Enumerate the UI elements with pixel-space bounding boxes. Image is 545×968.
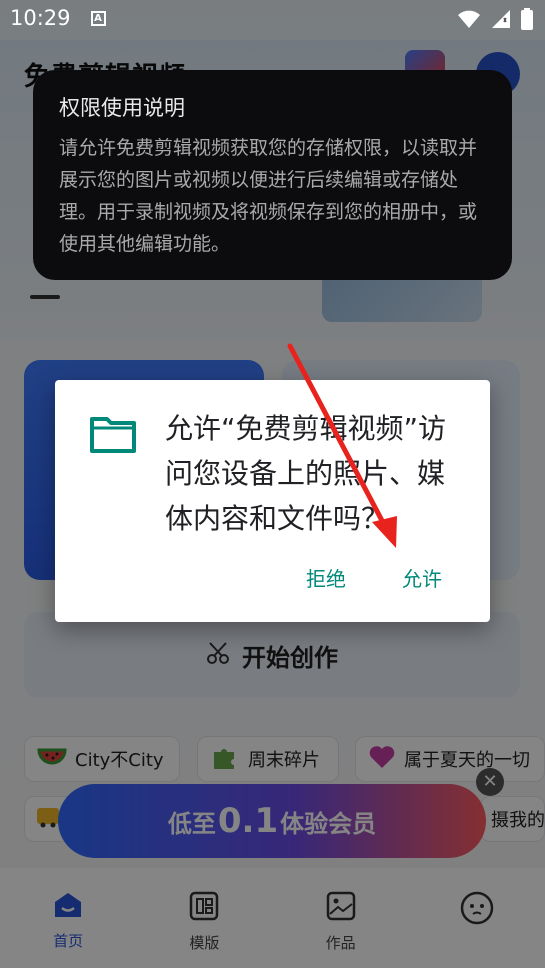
wifi-icon [457, 9, 481, 33]
folder-icon [89, 414, 137, 454]
status-bar: 10:29 A [0, 0, 545, 36]
battery-icon [521, 8, 533, 34]
permission-dialog: 允许“免费剪辑视频”访问您设备上的照片、媒体内容和文件吗？ 拒绝 允许 [55, 380, 490, 622]
explanation-body: 请允许免费剪辑视频获取您的存储权限，以读取并展示您的图片或视频以便进行后续编辑或… [59, 137, 478, 255]
permission-message: 允许“免费剪辑视频”访问您设备上的照片、媒体内容和文件吗？ [165, 412, 447, 535]
explanation-title: 权限使用说明 [59, 96, 185, 120]
signal-icon [491, 9, 511, 33]
notification-icon: A [90, 10, 106, 26]
allow-button[interactable]: 允许 [402, 563, 442, 592]
deny-button[interactable]: 拒绝 [306, 563, 346, 592]
status-time: 10:29 [10, 6, 71, 30]
status-indicators [457, 8, 533, 34]
permission-explanation-tooltip: 权限使用说明 请允许免费剪辑视频获取您的存储权限，以读取并展示您的图片或视频以便… [33, 70, 512, 280]
dialog-actions: 拒绝 允许 [306, 563, 442, 592]
